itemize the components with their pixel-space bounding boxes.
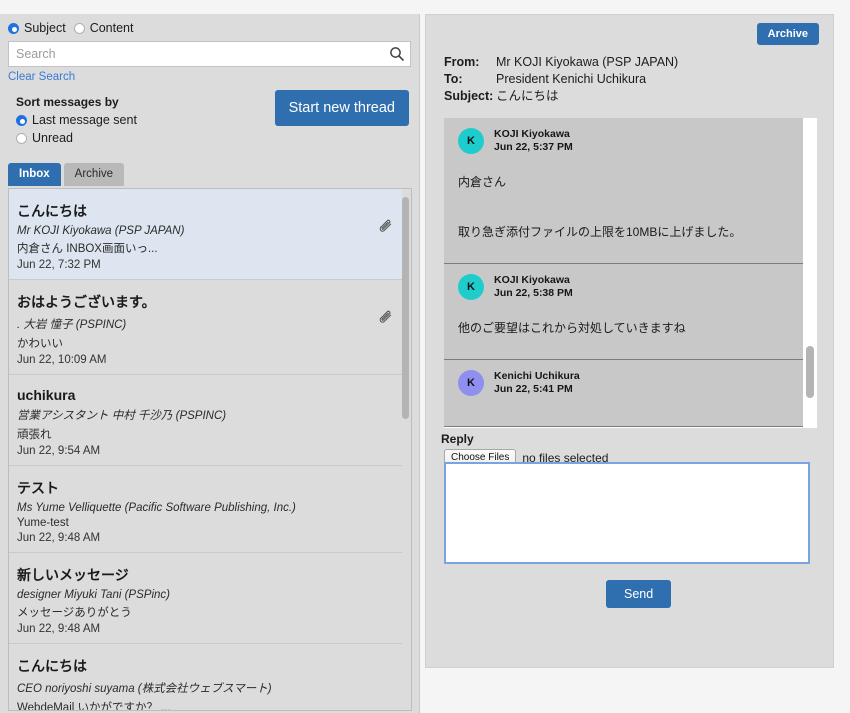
- message-sender: CEO noriyoshi suyama (株式会社ウェブスマート): [17, 683, 272, 695]
- search-scope-subject[interactable]: Subject: [8, 21, 66, 35]
- radio-content-icon[interactable]: [73, 22, 85, 34]
- archive-button[interactable]: Archive: [756, 23, 819, 45]
- message-list: こんにちは Mr KOJI Kiyokawa (PSP JAPAN) 内倉さん …: [8, 188, 412, 711]
- clear-search-link[interactable]: Clear Search: [8, 71, 75, 83]
- thread-message-author: KOJI Kiyokawa: [494, 128, 570, 140]
- message-list-panel: Subject Content Clear Search Sort messag…: [0, 14, 420, 713]
- tab-inbox[interactable]: Inbox: [8, 163, 61, 186]
- message-sender: designer Miyuki Tani (PSPinc): [17, 589, 170, 601]
- radio-last-message-icon[interactable]: [16, 114, 27, 126]
- send-button[interactable]: Send: [606, 580, 672, 608]
- message-preview: メッセージありがとう: [17, 607, 132, 619]
- paperclip-icon: [378, 310, 394, 326]
- sort-option-last-message-label: Last message sent: [32, 113, 137, 127]
- search-scope-radio-group: Subject Content: [0, 14, 419, 41]
- message-preview: WebdeMail いかがですか？ ...: [17, 702, 171, 710]
- message-subject: テスト: [17, 480, 59, 496]
- header-subject-row: Subject: こんにちは: [444, 88, 678, 105]
- thread-message-time: Jun 22, 5:41 PM: [494, 383, 573, 395]
- message-list-item[interactable]: 新しいメッセージ designer Miyuki Tani (PSPinc) メ…: [9, 553, 402, 644]
- reply-textarea[interactable]: [444, 462, 810, 564]
- thread-message-author: KOJI Kiyokawa: [494, 274, 570, 286]
- sort-option-unread[interactable]: Unread: [16, 131, 411, 145]
- message-date: Jun 22, 9:48 AM: [17, 532, 101, 544]
- message-sender: . 大岩 憧子 (PSPINC): [17, 319, 127, 331]
- start-new-thread-button[interactable]: Start new thread: [274, 90, 409, 126]
- search-scope-subject-label: Subject: [24, 21, 66, 35]
- radio-unread-icon[interactable]: [16, 132, 27, 144]
- sort-section: Sort messages by Last message sent Unrea…: [0, 90, 419, 157]
- thread-message-meta: KOJI Kiyokawa Jun 22, 5:37 PM: [494, 128, 573, 154]
- search-bar: [8, 41, 411, 67]
- header-from-row: From: Mr KOJI Kiyokawa (PSP JAPAN): [444, 54, 678, 71]
- message-list-item[interactable]: おはようございます。 . 大岩 憧子 (PSPINC) かわいい Jun 22,…: [9, 280, 402, 375]
- app-root: Subject Content Clear Search Sort messag…: [0, 0, 850, 713]
- thread-message: K Kenichi Uchikura Jun 22, 5:41 PM: [444, 360, 803, 427]
- message-subject: uchikura: [17, 387, 76, 403]
- header-to-value: President Kenichi Uchikura: [496, 72, 647, 86]
- tab-archive[interactable]: Archive: [63, 163, 125, 186]
- thread-message-meta: KOJI Kiyokawa Jun 22, 5:38 PM: [494, 274, 573, 300]
- message-subject: 新しいメッセージ: [17, 567, 129, 583]
- mailbox-tabs: Inbox Archive: [0, 157, 419, 186]
- message-subject: こんにちは: [17, 658, 87, 674]
- thread-scrollbar[interactable]: [803, 118, 817, 428]
- thread-message-header: K KOJI Kiyokawa Jun 22, 5:38 PM: [458, 274, 789, 300]
- search-scope-content-label: Content: [89, 21, 134, 35]
- message-date: Jun 22, 9:54 AM: [17, 445, 101, 457]
- thread-message-header: K Kenichi Uchikura Jun 22, 5:41 PM: [458, 370, 789, 396]
- header-to-label: To:: [444, 72, 463, 86]
- thread-messages: K KOJI Kiyokawa Jun 22, 5:37 PM 内倉さん 取り急…: [444, 118, 803, 427]
- radio-subject-icon[interactable]: [8, 22, 19, 34]
- sort-option-unread-label: Unread: [32, 131, 73, 145]
- message-preview: かわいい: [17, 338, 63, 350]
- header-subject-value: こんにちは: [496, 89, 559, 103]
- message-list-item[interactable]: こんにちは Mr KOJI Kiyokawa (PSP JAPAN) 内倉さん …: [9, 189, 402, 280]
- avatar: K: [458, 128, 484, 154]
- header-from-label: From:: [444, 55, 480, 69]
- message-list-item[interactable]: こんにちは CEO noriyoshi suyama (株式会社ウェブスマート)…: [9, 644, 402, 710]
- thread-message-time: Jun 22, 5:37 PM: [494, 141, 573, 153]
- message-list-item[interactable]: uchikura 営業アシスタント 中村 千沙乃 (PSPINC) 頑張れ Ju…: [9, 375, 402, 466]
- header-from-value: Mr KOJI Kiyokawa (PSP JAPAN): [496, 55, 679, 69]
- message-preview: 内倉さん INBOX画面いっ...: [17, 243, 158, 255]
- message-list-scrollbar[interactable]: [402, 192, 409, 709]
- message-sender: 営業アシスタント 中村 千沙乃 (PSPINC): [17, 410, 227, 422]
- message-list-scroll-area: こんにちは Mr KOJI Kiyokawa (PSP JAPAN) 内倉さん …: [9, 189, 402, 710]
- message-list-item[interactable]: テスト Ms Yume Velliquette (Pacific Softwar…: [9, 466, 402, 553]
- search-scope-content[interactable]: Content: [73, 21, 134, 35]
- thread-message-header: K KOJI Kiyokawa Jun 22, 5:37 PM: [458, 128, 789, 154]
- message-date: Jun 22, 10:09 AM: [17, 354, 107, 366]
- paperclip-icon: [378, 219, 394, 235]
- message-sender: Mr KOJI Kiyokawa (PSP JAPAN): [17, 225, 185, 237]
- message-preview: Yume-test: [17, 517, 69, 529]
- header-to-row: To: President Kenichi Uchikura: [444, 71, 678, 88]
- thread-message: K KOJI Kiyokawa Jun 22, 5:38 PM 他のご要望はこれ…: [444, 264, 803, 360]
- message-date: Jun 22, 7:32 PM: [17, 259, 101, 271]
- search-input[interactable]: [8, 41, 411, 67]
- avatar: K: [458, 274, 484, 300]
- thread-view: K KOJI Kiyokawa Jun 22, 5:37 PM 内倉さん 取り急…: [444, 118, 817, 428]
- avatar: K: [458, 370, 484, 396]
- message-header: From: Mr KOJI Kiyokawa (PSP JAPAN) To: P…: [444, 54, 678, 105]
- message-list-scrollbar-thumb[interactable]: [402, 197, 409, 419]
- message-subject: こんにちは: [17, 203, 87, 219]
- thread-scrollbar-thumb[interactable]: [806, 346, 814, 398]
- header-subject-label: Subject:: [444, 89, 494, 103]
- message-date: Jun 22, 9:48 AM: [17, 623, 101, 635]
- reply-label: Reply: [441, 432, 474, 446]
- thread-message-time: Jun 22, 5:38 PM: [494, 287, 573, 299]
- thread-message-body: 他のご要望はこれから対処していきますね: [458, 321, 686, 335]
- thread-message-body: 内倉さん 取り急ぎ添付ファイルの上限を10MBに上げました。: [458, 175, 742, 239]
- message-subject: おはようございます。: [17, 294, 156, 310]
- message-preview: 頑張れ: [17, 429, 52, 441]
- thread-message-meta: Kenichi Uchikura Jun 22, 5:41 PM: [494, 370, 580, 396]
- message-sender: Ms Yume Velliquette (Pacific Software Pu…: [17, 502, 296, 514]
- thread-message-author: Kenichi Uchikura: [494, 370, 580, 382]
- message-detail-panel: Archive From: Mr KOJI Kiyokawa (PSP JAPA…: [425, 14, 834, 668]
- thread-message: K KOJI Kiyokawa Jun 22, 5:37 PM 内倉さん 取り急…: [444, 118, 803, 264]
